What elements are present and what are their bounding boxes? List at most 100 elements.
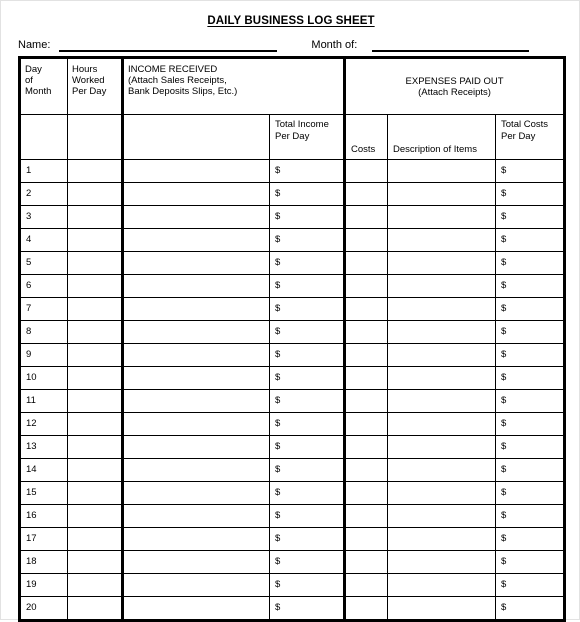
cell-total-costs-per-day[interactable]: $ (495, 550, 567, 574)
cell-description-of-items[interactable] (387, 159, 497, 183)
cell-hours-worked[interactable] (67, 228, 124, 252)
cell-costs[interactable] (344, 182, 389, 206)
cell-day-of-month[interactable]: 11 (18, 389, 68, 413)
cell-income-detail[interactable] (122, 527, 270, 551)
cell-total-costs-per-day[interactable]: $ (495, 366, 567, 390)
cell-description-of-items[interactable] (387, 205, 497, 229)
cell-description-of-items[interactable] (387, 481, 497, 505)
cell-description-of-items[interactable] (387, 527, 497, 551)
cell-hours-worked[interactable] (67, 389, 124, 413)
cell-total-costs-per-day[interactable]: $ (495, 527, 567, 551)
cell-day-of-month[interactable]: 3 (18, 205, 68, 229)
cell-day-of-month[interactable]: 10 (18, 366, 68, 390)
cell-costs[interactable] (344, 527, 389, 551)
cell-day-of-month[interactable]: 13 (18, 435, 68, 459)
cell-total-income-per-day[interactable]: $ (268, 228, 347, 252)
cell-total-income-per-day[interactable]: $ (268, 159, 347, 183)
cell-total-income-per-day[interactable]: $ (268, 343, 347, 367)
cell-income-detail[interactable] (122, 481, 270, 505)
name-input[interactable] (59, 37, 278, 52)
cell-hours-worked[interactable] (67, 343, 124, 367)
cell-income-detail[interactable] (122, 458, 270, 482)
cell-total-income-per-day[interactable]: $ (268, 205, 347, 229)
cell-day-of-month[interactable]: 12 (18, 412, 68, 436)
cell-costs[interactable] (344, 458, 389, 482)
cell-costs[interactable] (344, 343, 389, 367)
cell-description-of-items[interactable] (387, 274, 497, 298)
cell-hours-worked[interactable] (67, 481, 124, 505)
cell-total-income-per-day[interactable]: $ (268, 412, 347, 436)
cell-costs[interactable] (344, 412, 389, 436)
cell-income-detail[interactable] (122, 389, 270, 413)
cell-total-costs-per-day[interactable]: $ (495, 504, 567, 528)
cell-total-income-per-day[interactable]: $ (268, 550, 347, 574)
cell-day-of-month[interactable]: 8 (18, 320, 68, 344)
cell-income-detail[interactable] (122, 159, 270, 183)
cell-hours-worked[interactable] (67, 205, 124, 229)
cell-costs[interactable] (344, 435, 389, 459)
cell-day-of-month[interactable]: 17 (18, 527, 68, 551)
cell-total-income-per-day[interactable]: $ (268, 573, 347, 597)
cell-total-income-per-day[interactable]: $ (268, 481, 347, 505)
cell-day-of-month[interactable]: 15 (18, 481, 68, 505)
cell-hours-worked[interactable] (67, 251, 124, 275)
cell-income-detail[interactable] (122, 182, 270, 206)
cell-costs[interactable] (344, 274, 389, 298)
cell-costs[interactable] (344, 389, 389, 413)
cell-total-costs-per-day[interactable]: $ (495, 228, 567, 252)
cell-total-costs-per-day[interactable]: $ (495, 205, 567, 229)
cell-hours-worked[interactable] (67, 159, 124, 183)
cell-costs[interactable] (344, 481, 389, 505)
cell-total-income-per-day[interactable]: $ (268, 182, 347, 206)
cell-total-costs-per-day[interactable]: $ (495, 251, 567, 275)
cell-total-income-per-day[interactable]: $ (268, 320, 347, 344)
cell-hours-worked[interactable] (67, 504, 124, 528)
cell-total-costs-per-day[interactable]: $ (495, 297, 567, 321)
cell-costs[interactable] (344, 596, 389, 622)
cell-total-costs-per-day[interactable]: $ (495, 435, 567, 459)
cell-costs[interactable] (344, 159, 389, 183)
cell-description-of-items[interactable] (387, 550, 497, 574)
cell-hours-worked[interactable] (67, 297, 124, 321)
cell-total-costs-per-day[interactable]: $ (495, 573, 567, 597)
cell-total-income-per-day[interactable]: $ (268, 366, 347, 390)
cell-total-income-per-day[interactable]: $ (268, 251, 347, 275)
cell-hours-worked[interactable] (67, 527, 124, 551)
cell-income-detail[interactable] (122, 412, 270, 436)
cell-income-detail[interactable] (122, 274, 270, 298)
cell-costs[interactable] (344, 205, 389, 229)
cell-costs[interactable] (344, 550, 389, 574)
cell-income-detail[interactable] (122, 596, 270, 622)
cell-income-detail[interactable] (122, 320, 270, 344)
cell-hours-worked[interactable] (67, 573, 124, 597)
cell-income-detail[interactable] (122, 550, 270, 574)
cell-day-of-month[interactable]: 9 (18, 343, 68, 367)
cell-day-of-month[interactable]: 19 (18, 573, 68, 597)
cell-description-of-items[interactable] (387, 412, 497, 436)
cell-description-of-items[interactable] (387, 458, 497, 482)
cell-day-of-month[interactable]: 14 (18, 458, 68, 482)
cell-hours-worked[interactable] (67, 435, 124, 459)
cell-description-of-items[interactable] (387, 320, 497, 344)
cell-description-of-items[interactable] (387, 596, 497, 622)
cell-description-of-items[interactable] (387, 343, 497, 367)
cell-description-of-items[interactable] (387, 228, 497, 252)
cell-total-income-per-day[interactable]: $ (268, 596, 347, 622)
cell-total-income-per-day[interactable]: $ (268, 504, 347, 528)
cell-total-income-per-day[interactable]: $ (268, 297, 347, 321)
cell-income-detail[interactable] (122, 297, 270, 321)
cell-costs[interactable] (344, 573, 389, 597)
cell-income-detail[interactable] (122, 504, 270, 528)
cell-hours-worked[interactable] (67, 596, 124, 622)
cell-total-income-per-day[interactable]: $ (268, 435, 347, 459)
cell-income-detail[interactable] (122, 228, 270, 252)
cell-costs[interactable] (344, 504, 389, 528)
cell-description-of-items[interactable] (387, 182, 497, 206)
cell-day-of-month[interactable]: 1 (18, 159, 68, 183)
cell-total-income-per-day[interactable]: $ (268, 527, 347, 551)
cell-income-detail[interactable] (122, 366, 270, 390)
cell-description-of-items[interactable] (387, 251, 497, 275)
cell-total-costs-per-day[interactable]: $ (495, 596, 567, 622)
cell-day-of-month[interactable]: 4 (18, 228, 68, 252)
cell-costs[interactable] (344, 297, 389, 321)
